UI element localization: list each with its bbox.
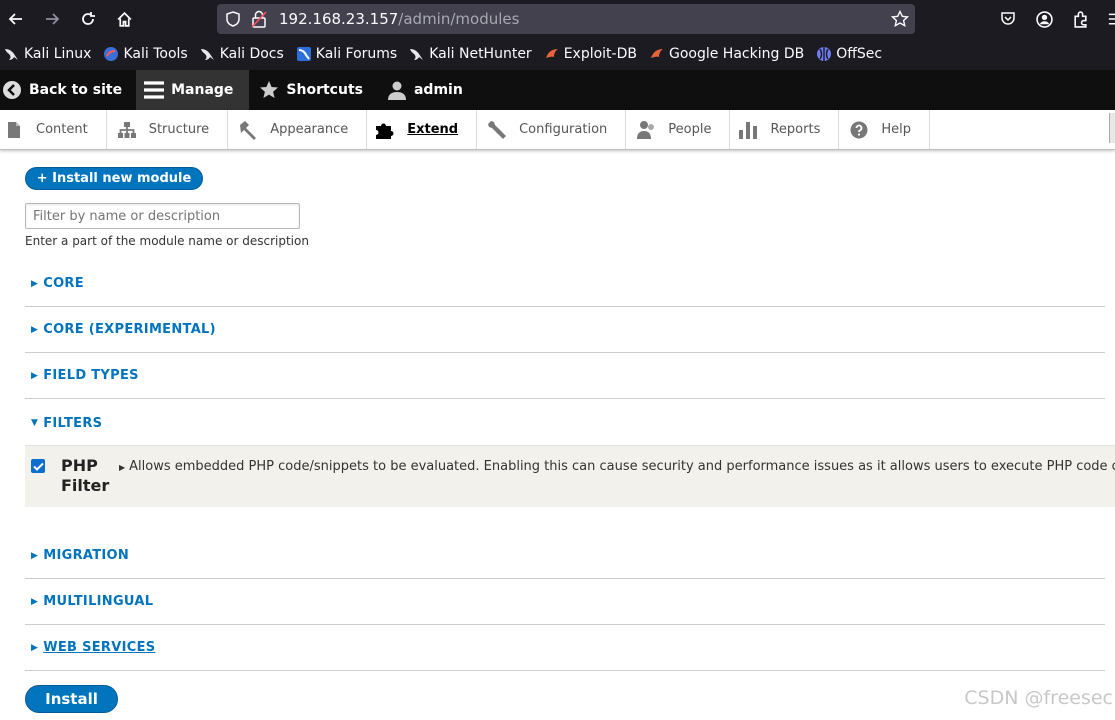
- document-icon: [4, 120, 24, 140]
- section-core[interactable]: ▶ CORE: [25, 261, 1105, 307]
- collapsed-arrow-icon: ▶: [31, 596, 39, 607]
- back-arrow-icon: [2, 80, 22, 100]
- insecure-lock-icon[interactable]: [251, 10, 267, 32]
- section-web-services[interactable]: ▶ WEB SERVICES: [25, 625, 1105, 671]
- user-icon: [387, 80, 407, 100]
- kali-forums-icon: [296, 46, 312, 62]
- shortcuts-tab[interactable]: Shortcuts: [249, 70, 377, 110]
- section-core-experimental[interactable]: ▶ CORE (EXPERIMENTAL): [25, 307, 1105, 353]
- bookmark-kali-tools[interactable]: Kali Tools: [103, 46, 188, 62]
- exploitdb-icon: [649, 46, 665, 62]
- user-tab[interactable]: admin: [377, 70, 477, 110]
- bookmark-kali-forums[interactable]: Kali Forums: [296, 46, 397, 62]
- section-migration[interactable]: ▶ MIGRATION: [25, 533, 1105, 579]
- url-bar[interactable]: 192.168.23.157/admin/modules: [217, 4, 915, 34]
- tray-item-configuration[interactable]: Configuration: [477, 110, 627, 149]
- bookmark-offsec[interactable]: OffSec: [816, 46, 882, 62]
- watermark: CSDN @freesec: [964, 687, 1113, 709]
- hamburger-icon: [144, 80, 165, 100]
- collapsed-arrow-icon: ▶: [31, 278, 39, 289]
- collapsed-arrow-icon: ▶: [31, 370, 39, 381]
- tray-toggle-edge[interactable]: [1109, 113, 1115, 143]
- tray-item-structure[interactable]: Structure: [107, 110, 229, 149]
- exploitdb-icon: [544, 46, 560, 62]
- bookmark-star-icon[interactable]: [890, 9, 910, 32]
- menu-icon[interactable]: [1100, 5, 1115, 33]
- bar-chart-icon: [738, 120, 758, 140]
- manage-tab[interactable]: Manage: [136, 70, 250, 110]
- sitemap-icon: [117, 120, 137, 140]
- home-icon[interactable]: [110, 5, 138, 33]
- back-to-site-link[interactable]: Back to site: [0, 70, 136, 110]
- pocket-icon[interactable]: [994, 5, 1022, 33]
- install-button[interactable]: Install: [25, 685, 118, 713]
- browser-toolbar: 192.168.23.157/admin/modules: [0, 0, 1115, 38]
- back-icon[interactable]: [2, 5, 30, 33]
- help-icon: [849, 120, 869, 140]
- module-description[interactable]: ▶ Allows embedded PHP code/snippets to be…: [119, 459, 1115, 474]
- tray-item-content[interactable]: Content: [0, 110, 107, 149]
- tray-item-extend[interactable]: Extend: [367, 110, 478, 149]
- reload-icon[interactable]: [74, 5, 102, 33]
- kali-dragon-icon: [200, 46, 216, 62]
- tray-item-appearance[interactable]: Appearance: [228, 110, 368, 149]
- shield-icon[interactable]: [225, 11, 241, 31]
- bookmark-kali-docs[interactable]: Kali Docs: [200, 46, 284, 62]
- people-icon: [636, 120, 656, 140]
- tray-item-people[interactable]: People: [626, 110, 731, 149]
- extensions-icon[interactable]: [1066, 5, 1094, 33]
- forward-icon[interactable]: [38, 5, 66, 33]
- puzzle-icon: [375, 120, 395, 140]
- collapsed-arrow-icon: ▶: [31, 324, 39, 335]
- section-filters[interactable]: ▼ FILTERS: [25, 400, 1105, 446]
- expanded-arrow-icon: ▼: [31, 418, 39, 428]
- bookmark-exploit-db[interactable]: Exploit-DB: [544, 46, 637, 62]
- kali-tools-icon: [103, 46, 119, 62]
- module-name[interactable]: PHP Filter: [61, 456, 121, 496]
- paintbrush-icon: [238, 120, 258, 140]
- tray-item-reports[interactable]: Reports: [730, 110, 840, 149]
- module-checkbox[interactable]: [31, 459, 45, 473]
- install-new-module-button[interactable]: + Install new module: [25, 167, 203, 190]
- module-row-php-filter: PHP Filter ▶ Allows embedded PHP code/sni…: [25, 445, 1115, 507]
- wrench-icon: [487, 120, 507, 140]
- bookmark-kali-nethunter[interactable]: Kali NetHunter: [409, 46, 532, 62]
- modules-page: + Install new module Enter a part of the…: [0, 150, 1115, 720]
- offsec-icon: [816, 46, 832, 62]
- module-filter-input[interactable]: [25, 203, 300, 229]
- collapsed-arrow-icon: ▶: [31, 550, 39, 561]
- url-text[interactable]: 192.168.23.157/admin/modules: [279, 10, 519, 28]
- section-multilingual[interactable]: ▶ MULTILINGUAL: [25, 579, 1105, 625]
- bookmark-google-hacking-db[interactable]: Google Hacking DB: [649, 46, 804, 62]
- details-arrow-icon: ▶: [119, 463, 126, 472]
- account-icon[interactable]: [1030, 5, 1058, 33]
- manage-tray: Content Structure Appearance Extend Conf…: [0, 110, 1115, 150]
- section-field-types[interactable]: ▶ FIELD TYPES: [25, 353, 1105, 399]
- bookmarks-bar: Kali Linux Kali Tools Kali Docs Kali For…: [0, 38, 1115, 70]
- star-icon: [259, 80, 279, 100]
- tray-item-help[interactable]: Help: [839, 110, 930, 149]
- admin-toolbar: Back to site Manage Shortcuts admin: [0, 70, 1115, 110]
- filter-description: Enter a part of the module name or descr…: [25, 234, 309, 248]
- kali-dragon-icon: [4, 46, 20, 62]
- collapsed-arrow-icon: ▶: [31, 642, 39, 653]
- bookmark-kali-linux[interactable]: Kali Linux: [4, 46, 91, 62]
- kali-dragon-icon: [409, 46, 425, 62]
